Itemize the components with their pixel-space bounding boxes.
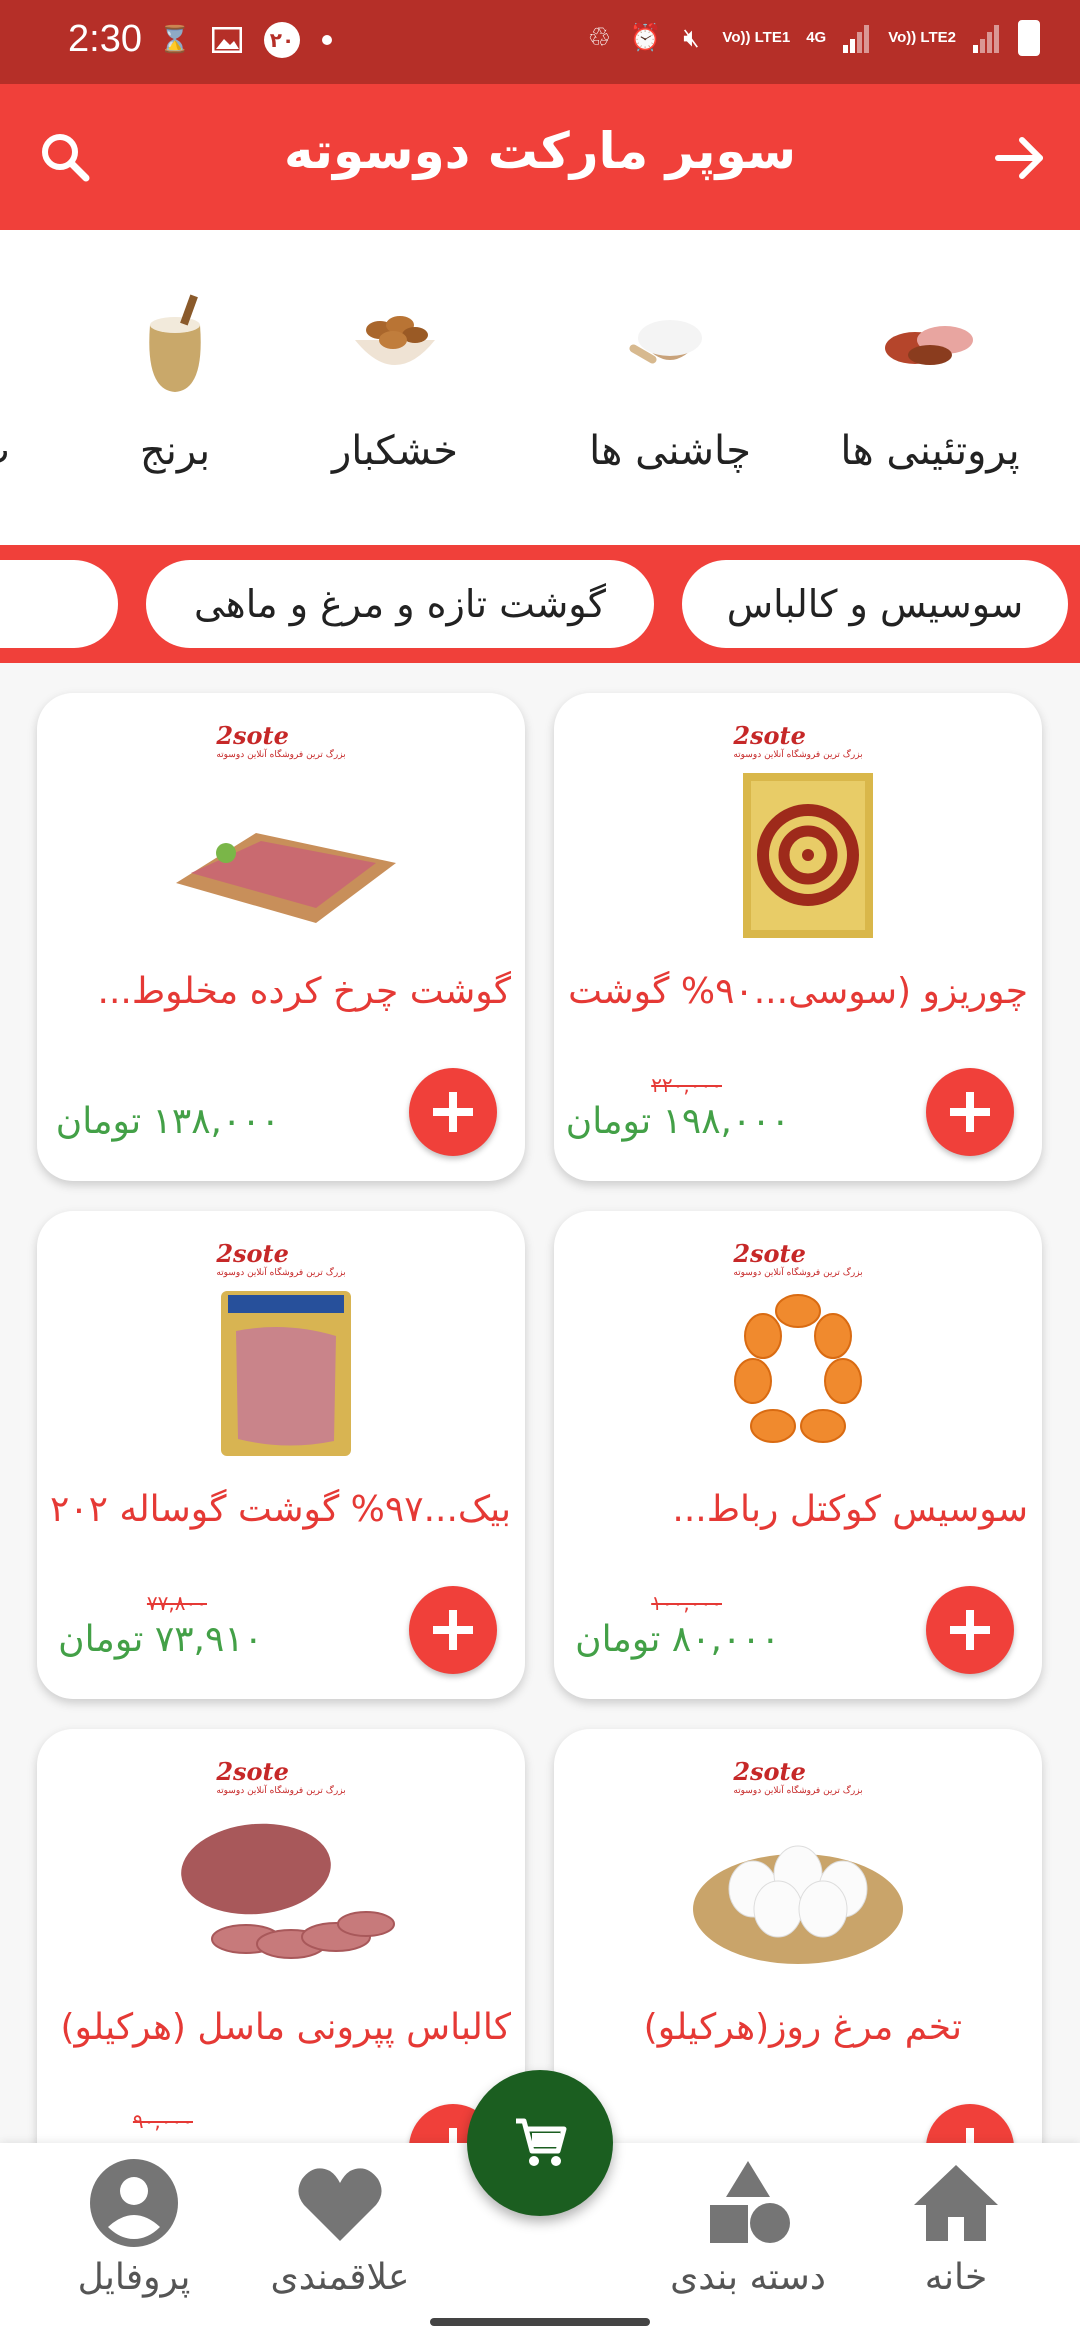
chorizo-icon [683, 763, 913, 943]
notification-badge: ۲۰ [264, 22, 300, 58]
category-spices[interactable]: چاشنی ها [560, 280, 780, 474]
chip-eggs[interactable]: تخم [0, 560, 118, 648]
product-card[interactable]: 2sote بزرگ ترین فروشگاه آنلاین دوسوته چور… [554, 693, 1042, 1181]
profile-icon [84, 2153, 184, 2253]
salt-bowl-icon [610, 280, 730, 400]
product-name: تخم مرغ روز(هرکیلو) [643, 2007, 962, 2048]
cart-icon [516, 2118, 567, 2166]
product-name: گوشت چرخ کرده مخلوط... [97, 971, 512, 1012]
nav-item-favorites[interactable]: علاقمندی [240, 2153, 440, 2298]
product-name: بیک...۹۷% گوشت گوساله ۲۰۲ [51, 1489, 511, 1530]
category-rice[interactable]: برنج [65, 280, 285, 474]
nav-item-categories[interactable]: دسته بندی [648, 2153, 848, 2298]
product-name: چوریزو (سوسی...۹۰% گوشت [568, 971, 1028, 1012]
category-label: چاشنی ها [589, 428, 751, 474]
status-bar: 2:30 ⌛ ۲۰ ♲ ⏰ 🔇︎ Vo)) LTE1 4G Vo)) LTE2 [0, 0, 1080, 84]
nav-item-home[interactable]: خانه [856, 2153, 1056, 2298]
app-bar: سوپر مارکت دوسوته [0, 84, 1080, 230]
signal-icon [842, 21, 872, 55]
category-nuts[interactable]: خشکبار [285, 280, 505, 474]
add-to-cart-button[interactable] [409, 1068, 497, 1156]
product-card[interactable]: 2sote بزرگ ترین فروشگاه آنلاین دوسوته سوس… [554, 1211, 1042, 1699]
category-partial[interactable]: ت [0, 280, 20, 474]
beef-slices-icon [166, 1281, 396, 1461]
meat-icon [870, 280, 990, 400]
product-grid: 2sote بزرگ ترین فروشگاه آنلاین دوسوته چور… [0, 663, 1080, 2143]
hourglass-icon: ⌛ [158, 25, 192, 55]
categories-icon [698, 2153, 798, 2253]
signal-icon-2 [972, 21, 1002, 55]
cocktail-sausage-icon [683, 1281, 913, 1461]
pepperoni-icon [166, 1799, 396, 1979]
home-indicator[interactable] [430, 2318, 650, 2326]
arrow-right-icon[interactable] [988, 126, 1052, 190]
chip-fresh-meat[interactable]: گوشت تازه و مرغ و ماهی [146, 560, 654, 648]
add-to-cart-button[interactable] [409, 1586, 497, 1674]
product-card[interactable]: 2sote بزرگ ترین فروشگاه آنلاین دوسوته تخم… [554, 1729, 1042, 2143]
cart-button[interactable] [467, 2070, 613, 2216]
product-card[interactable]: 2sote بزرگ ترین فروشگاه آنلاین دوسوته گوش… [37, 693, 525, 1181]
ground-meat-icon [166, 763, 396, 943]
status-time: 2:30 [68, 18, 142, 60]
category-label: خشکبار [331, 428, 459, 474]
store-logo: 2sote بزرگ ترین فروشگاه آنلاین دوسوته [216, 1239, 346, 1278]
battery-icon [1018, 20, 1040, 56]
page-title: سوپر مارکت دوسوته [283, 122, 797, 180]
product-price: ۸۰,۰۰۰ تومان [575, 1619, 780, 1660]
eggs-basket-icon [683, 1799, 913, 1979]
category-strip: پروتئینی ها چاشنی ها خشکبار برنج ت [0, 230, 1080, 545]
network-lte2: Vo)) LTE2 [888, 29, 956, 46]
almonds-bowl-icon [335, 280, 455, 400]
category-proteins[interactable]: پروتئینی ها [820, 280, 1040, 474]
chip-sausage[interactable]: سوسیس و کالباس [682, 560, 1068, 648]
product-name: کالباس پپرونی ماسل (هرکیلو) [60, 2007, 511, 2048]
product-price: ۷۳,۹۱۰ تومان [58, 1619, 263, 1660]
alarm-icon: ⏰ [629, 23, 662, 53]
network-4g: 4G [806, 29, 827, 46]
product-name: سوسیس کوکتل رباط... [672, 1489, 1028, 1530]
mute-icon: 🔇︎ [683, 22, 700, 53]
add-to-cart-button[interactable] [926, 1068, 1014, 1156]
battery-saver-icon: ♲ [587, 23, 612, 53]
category-label: برنج [139, 428, 211, 474]
nav-item-profile[interactable]: پروفایل [34, 2153, 234, 2298]
gallery-icon [212, 23, 242, 57]
nav-label: علاقمندی [270, 2257, 410, 2298]
store-logo: 2sote بزرگ ترین فروشگاه آنلاین دوسوته [216, 1757, 346, 1796]
dot-icon [322, 35, 332, 45]
nav-label: پروفایل [77, 2257, 191, 2298]
network-lte1: Vo)) LTE1 [722, 29, 791, 46]
product-price: ۱۹۸,۰۰۰ تومان [565, 1101, 790, 1142]
product-card[interactable]: 2sote بزرگ ترین فروشگاه آنلاین دوسوته بیک… [37, 1211, 525, 1699]
product-card[interactable]: 2sote بزرگ ترین فروشگاه آنلاین دوسوته کال… [37, 1729, 525, 2143]
product-old-price: ۷۷,۸۰۰ [146, 1591, 207, 1615]
rice-sack-icon [115, 280, 235, 400]
nav-label: دسته بندی [670, 2257, 826, 2298]
heart-icon [290, 2153, 390, 2253]
nav-label: خانه [924, 2257, 988, 2298]
store-logo: 2sote بزرگ ترین فروشگاه آنلاین دوسوته [216, 721, 346, 760]
subcategory-chips: سوسیس و کالباس گوشت تازه و مرغ و ماهی تخ… [0, 545, 1080, 663]
store-logo: 2sote بزرگ ترین فروشگاه آنلاین دوسوته [733, 1757, 863, 1796]
home-icon [906, 2153, 1006, 2253]
product-old-price: ۱۰۰,۰۰۰ [651, 1591, 722, 1615]
add-to-cart-button[interactable] [926, 2104, 1014, 2143]
product-old-price: ۲۲۰,۰۰۰ [651, 1073, 722, 1097]
product-old-price: ۹۰,۰۰۰ [132, 2109, 193, 2133]
category-label: پروتئینی ها [840, 428, 1020, 474]
store-logo: 2sote بزرگ ترین فروشگاه آنلاین دوسوته [733, 1239, 863, 1278]
add-to-cart-button[interactable] [926, 1586, 1014, 1674]
category-label: ت [0, 428, 20, 474]
store-logo: 2sote بزرگ ترین فروشگاه آنلاین دوسوته [733, 721, 863, 760]
product-price: ۱۳۸,۰۰۰ تومان [55, 1101, 280, 1142]
